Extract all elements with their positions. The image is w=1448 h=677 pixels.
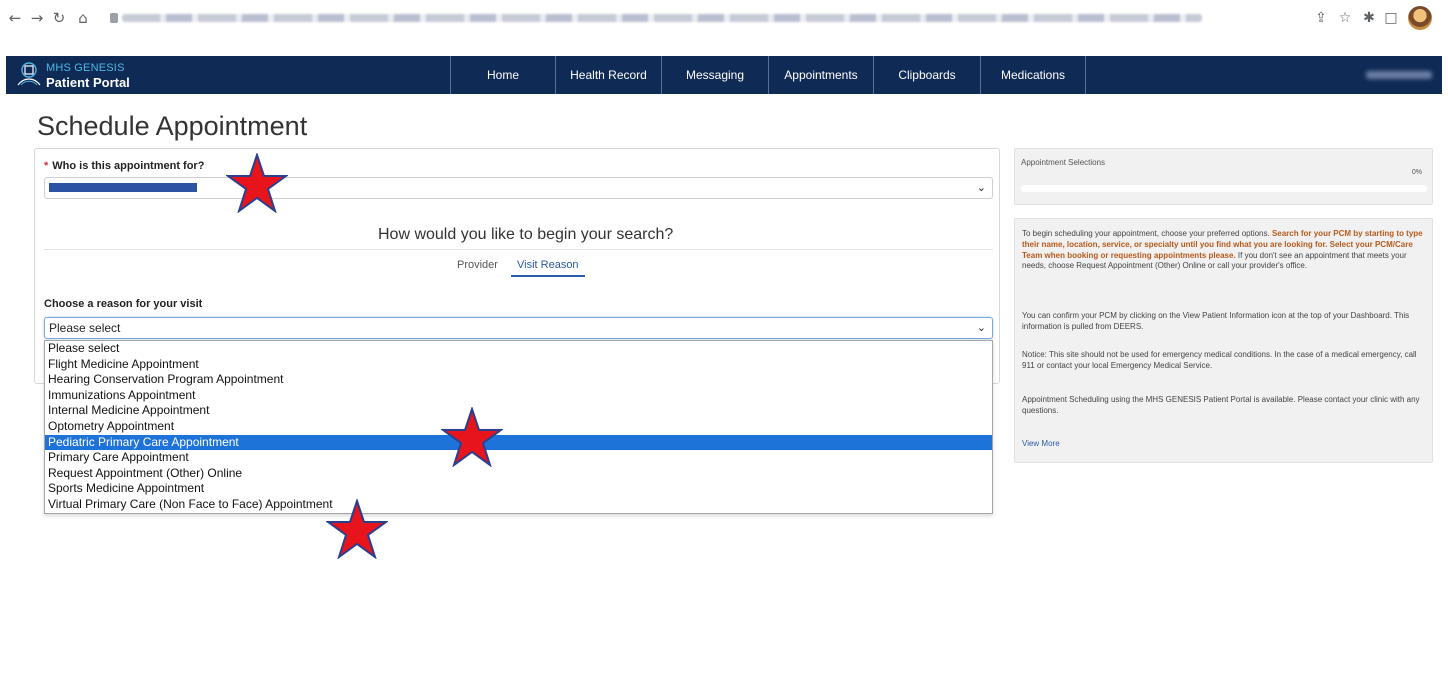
who-for-label: * Who is this appointment for? <box>44 160 204 172</box>
portal-logo-icon <box>17 62 41 86</box>
chevron-down-icon: ⌄ <box>976 181 986 194</box>
visit-reason-select[interactable]: Please select ⌄ <box>44 317 993 339</box>
option-optometry[interactable]: Optometry Appointment <box>45 419 992 435</box>
required-marker: * <box>44 160 49 172</box>
browser-toolbar: ← → ↻ ⌂ ⇪ ☆ ✱ □ <box>0 0 1448 40</box>
tab-visit-reason[interactable]: Visit Reason <box>511 257 585 277</box>
back-arrow-icon[interactable]: ← <box>6 8 24 28</box>
redacted-patient-name <box>49 183 197 192</box>
annotation-star-icon <box>326 499 388 559</box>
option-request-other-online[interactable]: Request Appointment (Other) Online <box>45 466 992 482</box>
nav-messaging[interactable]: Messaging <box>661 56 768 94</box>
redacted-user-name[interactable] <box>1366 71 1432 79</box>
option-primary-care[interactable]: Primary Care Appointment <box>45 450 992 466</box>
option-flight-medicine[interactable]: Flight Medicine Appointment <box>45 357 992 373</box>
option-please-select[interactable]: Please select <box>45 341 992 357</box>
visit-reason-label: Choose a reason for your visit <box>44 298 203 310</box>
info-paragraph-pcm: You can confirm your PCM by clicking on … <box>1022 311 1410 331</box>
option-immunizations[interactable]: Immunizations Appointment <box>45 388 992 404</box>
chevron-down-icon: ⌄ <box>976 321 986 334</box>
nav-home[interactable]: Home <box>450 56 555 94</box>
divider <box>44 249 993 250</box>
logo-subtitle: Patient Portal <box>46 75 130 90</box>
puzzle-icon[interactable]: ✱ <box>1360 8 1378 28</box>
progress-bar <box>1021 185 1427 192</box>
visit-reason-value: Please select <box>49 321 121 335</box>
option-hearing-conservation[interactable]: Hearing Conservation Program Appointment <box>45 372 992 388</box>
star-outline-icon[interactable]: ☆ <box>1336 8 1354 28</box>
option-virtual-primary-care[interactable]: Virtual Primary Care (Non Face to Face) … <box>45 497 992 513</box>
address-bar[interactable] <box>110 8 1250 28</box>
reload-icon[interactable]: ↻ <box>50 8 68 28</box>
patient-select[interactable]: ⌄ <box>44 177 993 199</box>
option-pediatric-primary-care[interactable]: Pediatric Primary Care Appointment <box>45 434 992 451</box>
forward-arrow-icon[interactable]: → <box>28 8 46 28</box>
info-intro-text: To begin scheduling your appointment, ch… <box>1022 229 1272 238</box>
annotation-star-icon <box>226 153 288 213</box>
profile-avatar[interactable] <box>1408 6 1432 30</box>
nav-health-record[interactable]: Health Record <box>555 56 661 94</box>
share-icon[interactable]: ⇪ <box>1312 8 1330 28</box>
progress-label: Appointment Selections <box>1021 158 1106 167</box>
nav-appointments[interactable]: Appointments <box>768 56 873 94</box>
info-paragraph-intro: To begin scheduling your appointment, ch… <box>1022 229 1428 272</box>
view-more-link[interactable]: View More <box>1022 439 1060 448</box>
logo-title: MHS GENESIS <box>46 62 125 74</box>
annotation-star-icon <box>441 407 503 467</box>
option-sports-medicine[interactable]: Sports Medicine Appointment <box>45 481 992 497</box>
portal-header: MHS GENESIS Patient Portal Home Health R… <box>6 56 1442 94</box>
who-for-label-text: Who is this appointment for? <box>52 160 205 172</box>
nav-clipboards[interactable]: Clipboards <box>873 56 980 94</box>
lock-icon <box>110 13 118 23</box>
tab-provider[interactable]: Provider <box>457 259 498 271</box>
side-panel-icon[interactable]: □ <box>1382 8 1400 28</box>
info-paragraph-notice: Notice: This site should not be used for… <box>1022 350 1417 370</box>
progress-percent: 0% <box>1411 169 1422 176</box>
redacted-url <box>122 14 1202 22</box>
scheduling-info-panel: To begin scheduling your appointment, ch… <box>1014 218 1433 463</box>
page-title: Schedule Appointment <box>37 111 308 141</box>
info-paragraph-availability: Appointment Scheduling using the MHS GEN… <box>1022 395 1420 415</box>
option-internal-medicine[interactable]: Internal Medicine Appointment <box>45 403 992 419</box>
search-method-heading: How would you like to begin your search? <box>378 226 674 243</box>
visit-reason-options: Please select Flight Medicine Appointmen… <box>44 340 993 514</box>
home-icon[interactable]: ⌂ <box>74 8 92 28</box>
appointment-selections-panel: Appointment Selections 0% <box>1014 148 1433 205</box>
nav-medications[interactable]: Medications <box>980 56 1086 94</box>
